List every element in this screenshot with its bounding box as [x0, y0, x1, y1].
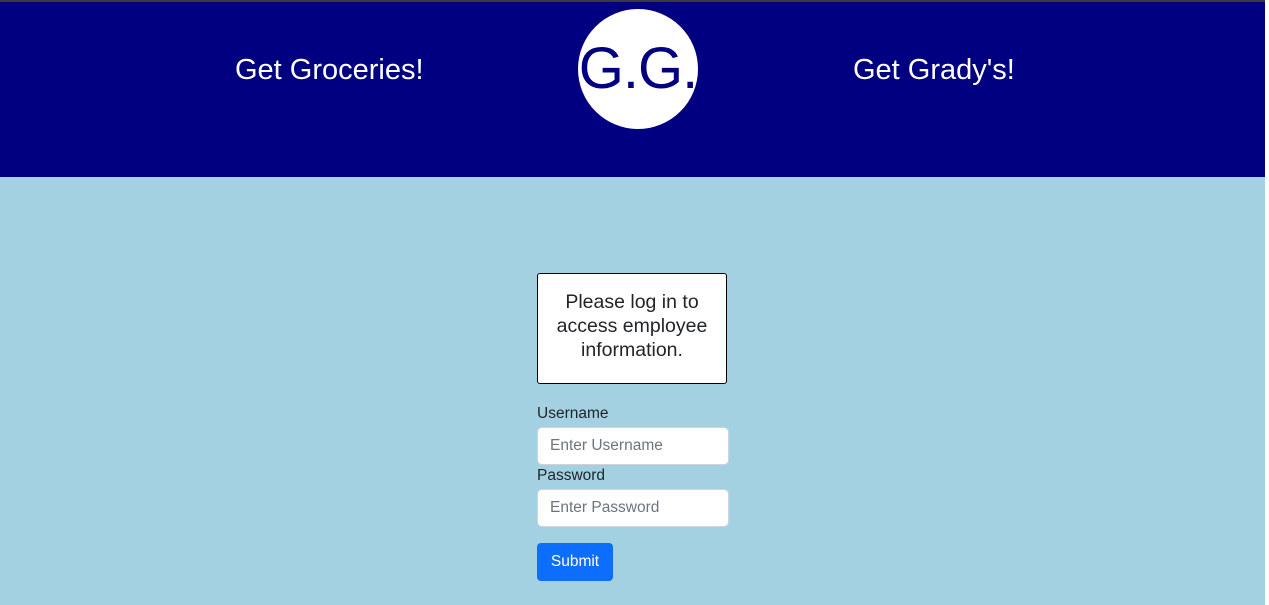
login-notice: Please log in to access employee informa…	[537, 273, 727, 384]
username-label: Username	[537, 405, 609, 422]
header-tagline-left: Get Groceries!	[235, 54, 424, 86]
logo-text: G.G.	[578, 36, 698, 101]
main-content: Please log in to access employee informa…	[0, 177, 1265, 605]
page-edge	[1265, 0, 1269, 605]
logo: G.G.	[578, 9, 698, 129]
username-input[interactable]	[537, 427, 729, 465]
header-tagline-right: Get Grady's!	[853, 54, 1015, 86]
password-input[interactable]	[537, 489, 729, 527]
submit-button[interactable]: Submit	[537, 543, 613, 581]
site-header: Get Groceries! G.G. Get Grady's!	[0, 2, 1265, 177]
password-label: Password	[537, 467, 606, 484]
